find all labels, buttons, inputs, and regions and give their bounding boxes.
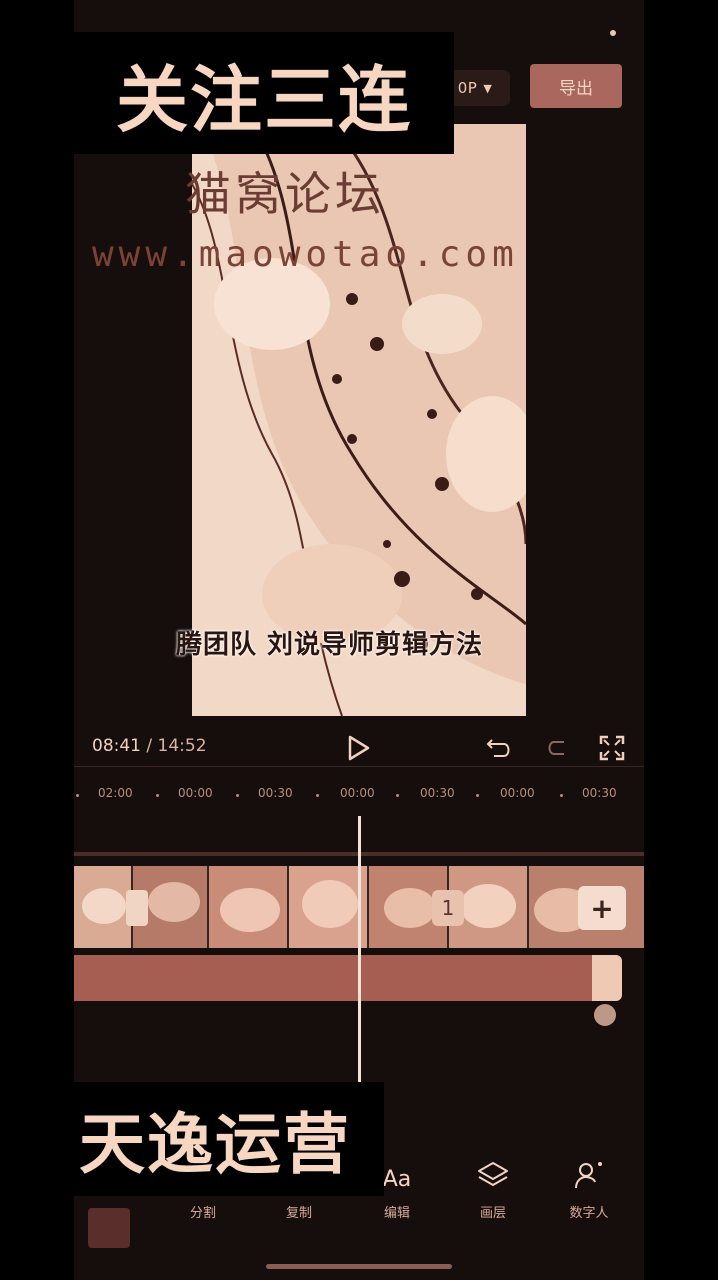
tick-dot	[476, 794, 479, 797]
tool-label: 编辑	[383, 1206, 410, 1221]
add-clip-button[interactable]: +	[578, 886, 626, 930]
transition-marker[interactable]: 1	[432, 890, 464, 926]
tick-dot	[156, 794, 159, 797]
watermark-url: www.maowotao.com	[92, 234, 519, 275]
tick-dot	[560, 794, 563, 797]
timeline-ruler[interactable]: 02:00 00:00 00:30 00:00 00:30 00:00 00:3…	[74, 784, 644, 808]
status-indicator	[610, 30, 616, 36]
tool-digital-human[interactable]: 数字人	[554, 1150, 624, 1221]
tick-label: 00:00	[178, 786, 213, 800]
tool-label: 分割	[189, 1206, 216, 1221]
layers-icon	[458, 1150, 528, 1192]
home-indicator	[266, 1264, 452, 1269]
tick-dot	[76, 794, 79, 797]
overlay-caption-top: 关注三连	[74, 32, 454, 154]
tick-dot	[396, 794, 399, 797]
resolution-label: 0P	[457, 79, 478, 97]
time-readout: 08:41 / 14:52	[92, 736, 207, 756]
export-button[interactable]: 导出	[530, 64, 622, 108]
tick-dot	[316, 794, 319, 797]
tool-label: 复制	[285, 1206, 312, 1221]
video-subtitle: 腾团队 刘说导师剪辑方法	[176, 630, 484, 660]
watermark-title: 猫窝论坛	[185, 167, 385, 221]
tick-dot	[236, 794, 239, 797]
audio-knob[interactable]	[594, 1004, 616, 1026]
right-letterbox	[644, 0, 718, 1280]
tick-label: 00:00	[340, 786, 375, 800]
redo-icon[interactable]	[544, 736, 568, 760]
chevron-down-icon: ▼	[483, 81, 493, 95]
overlay-caption-bottom: 天逸运营	[46, 1082, 384, 1196]
play-icon[interactable]	[346, 734, 372, 762]
total-time: 14:52	[157, 736, 207, 756]
time-separator: /	[141, 736, 158, 756]
audio-track-end-handle[interactable]	[592, 955, 622, 1001]
divider	[74, 766, 644, 767]
tick-label: 00:30	[582, 786, 617, 800]
clip-start-handle[interactable]	[126, 890, 148, 926]
audio-track[interactable]	[74, 955, 594, 1001]
tick-label: 00:30	[420, 786, 455, 800]
fullscreen-icon[interactable]	[598, 734, 626, 762]
tool-label: 数字人	[569, 1206, 609, 1221]
current-time: 08:41	[92, 736, 141, 756]
tick-label: 00:00	[500, 786, 535, 800]
digital-human-icon	[554, 1150, 624, 1192]
playhead[interactable]	[358, 816, 361, 1106]
tick-label: 02:00	[98, 786, 133, 800]
tool-layers[interactable]: 画层	[458, 1150, 528, 1221]
tool-label: 画层	[479, 1206, 506, 1221]
undo-icon[interactable]	[486, 736, 514, 760]
tick-label: 00:30	[258, 786, 293, 800]
